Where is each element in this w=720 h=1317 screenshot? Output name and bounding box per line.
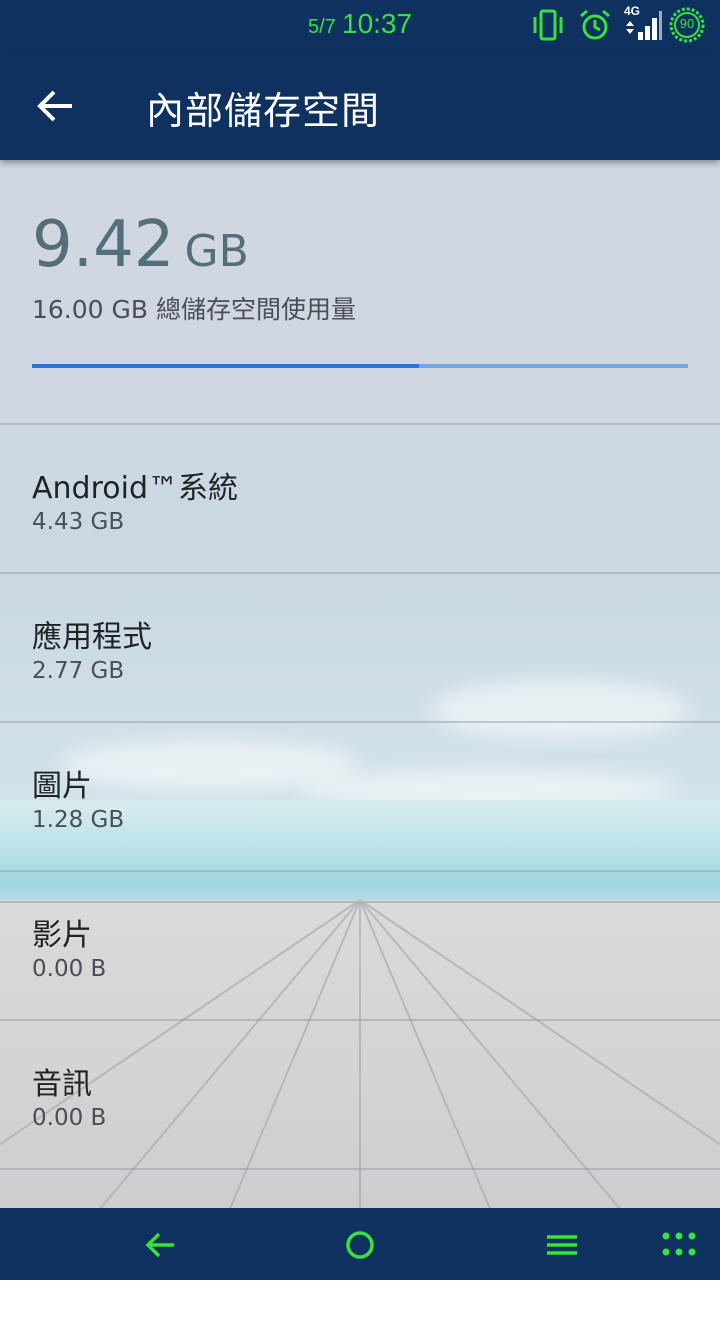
home-icon	[337, 1231, 383, 1272]
navigation-bar	[0, 1208, 720, 1280]
signal-icon: 4G	[622, 4, 662, 46]
total-storage-label: 16.00 GB 總儲存空間使用量	[32, 295, 356, 324]
menu-dots-icon	[656, 1232, 702, 1272]
category-label: 應用程式	[32, 620, 152, 655]
vibrate-icon	[530, 8, 566, 46]
back-icon	[138, 1232, 184, 1272]
network-type: 4G	[624, 4, 641, 18]
category-size: 4.43 GB	[32, 509, 125, 535]
category-label: 圖片	[32, 769, 92, 804]
list-item[interactable]: 音訊 0.00 B	[0, 1019, 720, 1168]
nav-menu-button[interactable]	[656, 1222, 702, 1268]
category-list: Android™系統 4.43 GB 應用程式 2.77 GB 圖片 1.28 …	[0, 423, 720, 1317]
category-label: Android™系統	[32, 471, 238, 506]
category-label: 音訊	[32, 1067, 92, 1102]
status-bar: 5/7 10:37 4G 90	[0, 0, 720, 50]
alarm-icon	[578, 8, 612, 46]
recents-icon	[539, 1235, 585, 1272]
nav-back-button[interactable]	[138, 1222, 184, 1268]
category-size: 1.28 GB	[32, 807, 125, 833]
used-value: 9.42	[32, 208, 175, 282]
back-button[interactable]	[26, 76, 86, 136]
category-size: 0.00 B	[32, 1105, 107, 1131]
list-item[interactable]: 圖片 1.28 GB	[0, 721, 720, 870]
page-title: 內部儲存空間	[146, 89, 381, 133]
list-item[interactable]: 應用程式 2.77 GB	[0, 572, 720, 721]
storage-progress-bar	[32, 364, 688, 368]
nav-recents-button[interactable]	[539, 1222, 585, 1268]
used-storage: 9.42 GB	[32, 208, 249, 282]
list-item[interactable]: 影片 0.00 B	[0, 870, 720, 1019]
battery-icon: 90	[668, 6, 706, 48]
category-label: 影片	[32, 918, 92, 953]
storage-content: 9.42 GB 16.00 GB 總儲存空間使用量 Android™系統 4.43…	[0, 160, 720, 1317]
battery-level: 90	[679, 16, 695, 31]
category-size: 2.77 GB	[32, 658, 125, 684]
storage-progress-fill	[32, 364, 420, 368]
storage-summary: 9.42 GB 16.00 GB 總儲存空間使用量	[0, 160, 720, 423]
status-date: 5/7	[308, 16, 336, 38]
app-bar: 內部儲存空間	[0, 50, 720, 160]
arrow-left-icon	[26, 90, 86, 140]
status-time: 10:37	[342, 8, 413, 39]
nav-home-button[interactable]	[337, 1222, 383, 1268]
list-item[interactable]: Android™系統 4.43 GB	[0, 423, 720, 572]
category-size: 0.00 B	[32, 956, 107, 982]
used-unit: GB	[184, 226, 249, 277]
